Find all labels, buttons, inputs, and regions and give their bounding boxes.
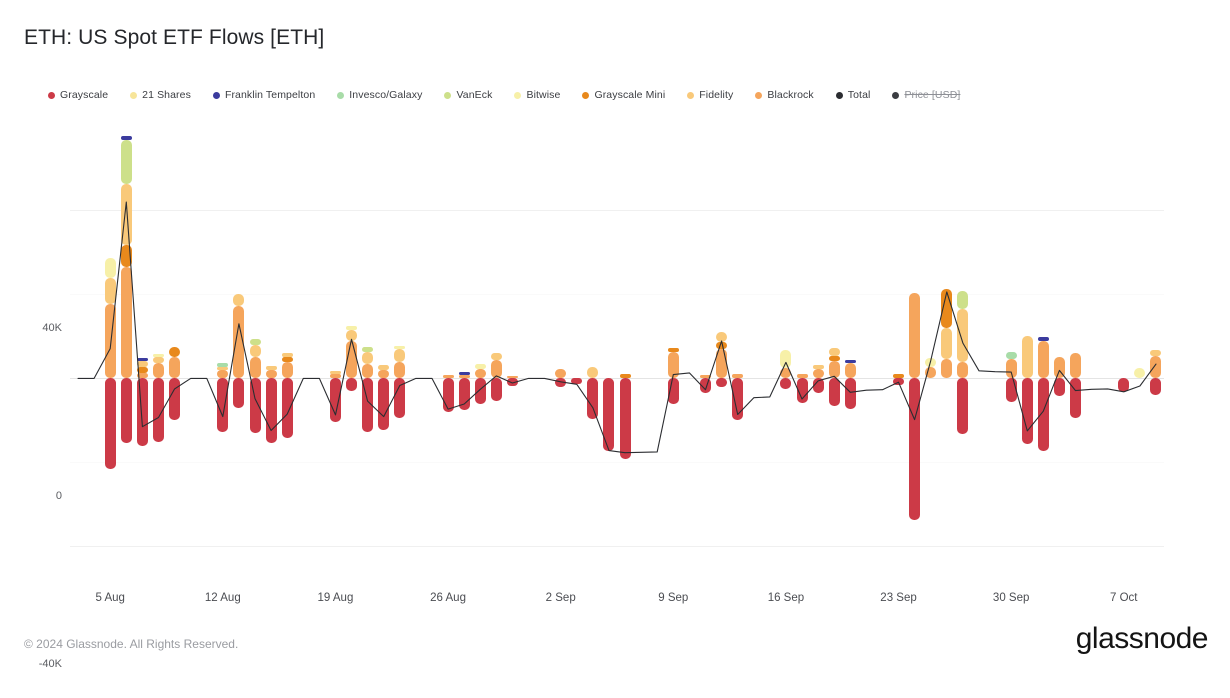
chart-legend: Grayscale 21 Shares Franklin Tempelton Inve… [48, 89, 982, 101]
legend-item-grayscale-mini[interactable]: Grayscale Mini [582, 89, 665, 101]
legend-item-bitwise[interactable]: Bitwise [514, 89, 560, 101]
total-line-path [77, 201, 1157, 454]
legend-item-21-shares[interactable]: 21 Shares [130, 89, 191, 101]
legend-swatch-icon [892, 91, 900, 99]
legend-item-invesco-galaxy[interactable]: Invesco/Galaxy [337, 89, 422, 101]
legend-item-fidelity[interactable]: Fidelity [687, 89, 733, 101]
glassnode-logo: glassnode [1075, 622, 1209, 655]
plot-area [70, 118, 1164, 580]
x-axis-tick-label: 7 Oct [1110, 592, 1138, 604]
x-axis-tick-label: 16 Sep [767, 592, 805, 604]
legend-swatch-icon [514, 91, 522, 99]
x-axis-tick-label: 26 Aug [430, 592, 466, 604]
legend-item-vaneck[interactable]: VanEck [444, 89, 492, 101]
legend-item-label: Fidelity [699, 89, 734, 101]
legend-swatch-icon [755, 91, 763, 99]
chart-card: ETH: US Spot ETF Flows [ETH] Grayscale 21… [0, 0, 1230, 698]
legend-item-label: Blackrock [767, 89, 814, 101]
legend-swatch-icon [582, 91, 590, 99]
total-line [77, 201, 1157, 454]
legend-swatch-icon [212, 91, 220, 99]
y-axis-tick-label: 0 [55, 490, 62, 503]
legend-item-label: Grayscale [60, 89, 109, 101]
legend-item-label: VanEck [456, 89, 493, 101]
x-axis-tick-label: 9 Sep [658, 592, 689, 604]
legend-swatch-icon [48, 91, 55, 99]
copyright-text: © 2024 Glassnode. All Rights Reserved. [24, 637, 239, 651]
legend-item-label: Franklin Tempelton [224, 89, 316, 101]
legend-item-total[interactable]: Total [835, 89, 871, 101]
legend-item-grayscale[interactable]: Grayscale [48, 89, 108, 101]
x-axis: 5 Aug 12 Aug 19 Aug 26 Aug 2 Sep 9 Sep 16 Sep 2… [70, 592, 1164, 612]
x-axis-tick-label: 2 Sep [545, 592, 576, 604]
legend-item-franklin-tempelton[interactable]: Franklin Tempelton [212, 89, 316, 101]
x-axis-tick-label: 12 Aug [204, 592, 241, 604]
legend-item-label: 21 Shares [142, 89, 191, 101]
y-axis-tick-label: 40K [42, 322, 62, 335]
legend-item-price-usd[interactable]: Price [USD] [892, 89, 960, 101]
legend-item-label: Total [847, 89, 871, 101]
legend-item-label: Bitwise [526, 89, 561, 101]
legend-swatch-icon [835, 91, 843, 99]
x-axis-tick-label: 5 Aug [95, 592, 125, 604]
legend-item-label: Price [USD] [904, 89, 961, 101]
y-axis: 40K 0 -40K [0, 118, 62, 670]
legend-item-label: Invesco/Galaxy [349, 89, 423, 101]
x-axis-tick-label: 30 Sep [992, 592, 1030, 604]
legend-swatch-icon [444, 91, 452, 99]
x-axis-tick-label: 19 Aug [317, 592, 354, 604]
x-axis-tick-label: 23 Sep [880, 592, 917, 604]
legend-item-blackrock[interactable]: Blackrock [755, 89, 814, 101]
legend-item-label: Grayscale Mini [594, 89, 666, 101]
legend-swatch-icon [337, 91, 345, 99]
legend-swatch-icon [130, 91, 138, 99]
y-axis-tick-label: -40K [38, 658, 62, 671]
page-title: ETH: US Spot ETF Flows [ETH] [24, 26, 325, 49]
legend-swatch-icon [687, 91, 695, 99]
